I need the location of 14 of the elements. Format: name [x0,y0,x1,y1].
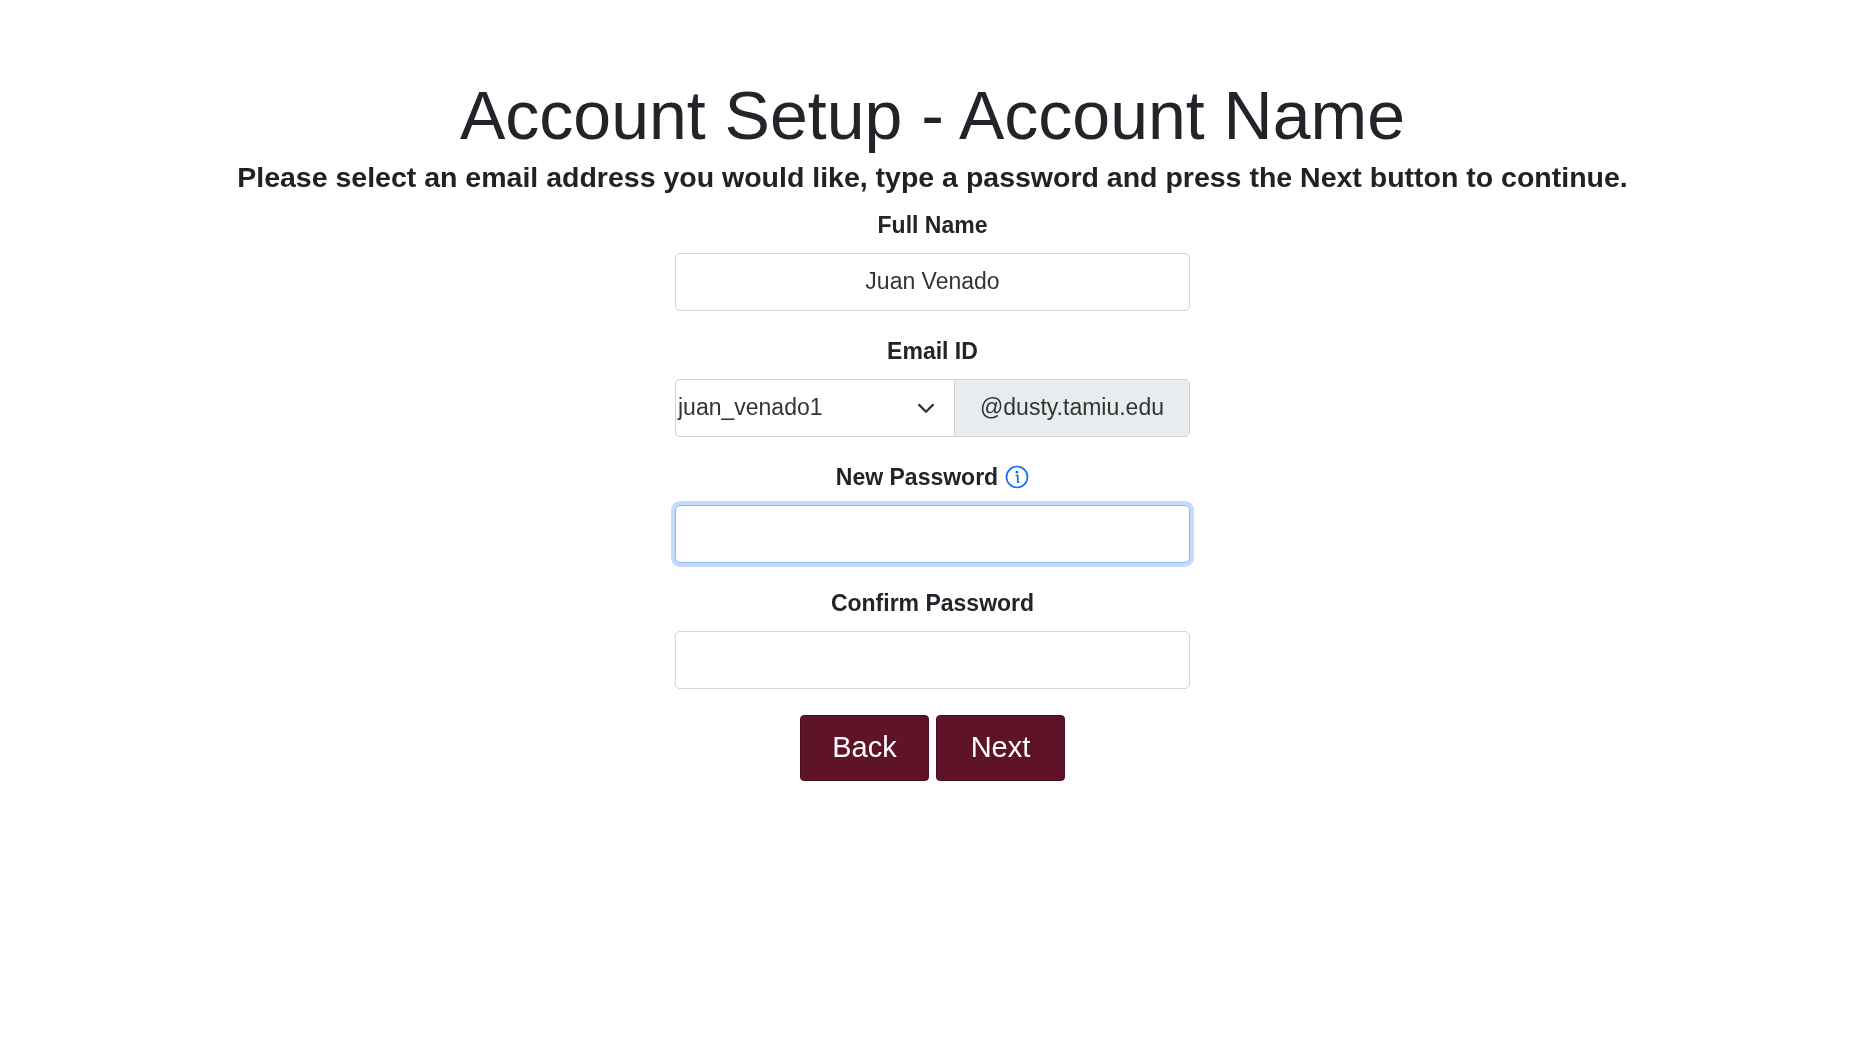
name-field[interactable]: Juan Venado [675,252,1190,311]
email-select[interactable]: juan_venado1 [675,378,954,437]
nav-button[interactable]: Next [936,714,1065,781]
field-label: New Password [835,463,999,491]
info-icon[interactable] [1005,465,1030,490]
field-label: Full Name [877,211,988,239]
field-label: Confirm Password [830,589,1035,617]
password-field[interactable] [675,630,1190,689]
nav-button[interactable]: Back [800,714,929,781]
password-field[interactable] [675,504,1190,563]
email-domain: @dusty.tamiu.edu [954,378,1190,437]
field-label: Email ID [887,337,978,365]
instructions-text: Please select an email address you would like, type a password and press the Next button to continue. [237,160,1628,194]
page-title: Account Setup - Account Name [460,78,1405,153]
